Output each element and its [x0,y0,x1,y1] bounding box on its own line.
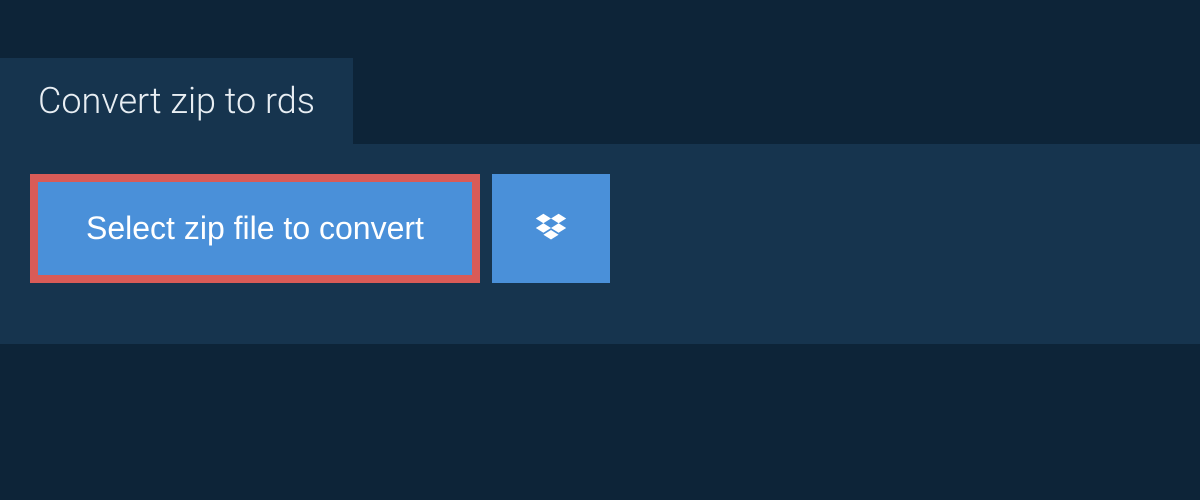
page-title-tab: Convert zip to rds [0,58,353,144]
select-file-highlight: Select zip file to convert [30,174,480,283]
select-file-label: Select zip file to convert [86,210,424,246]
upload-panel: Select zip file to convert [0,144,1200,344]
dropbox-icon [532,210,570,248]
page-title: Convert zip to rds [38,80,315,122]
select-file-button[interactable]: Select zip file to convert [38,182,472,275]
dropbox-upload-button[interactable] [492,174,610,283]
upload-button-row: Select zip file to convert [30,174,1170,283]
